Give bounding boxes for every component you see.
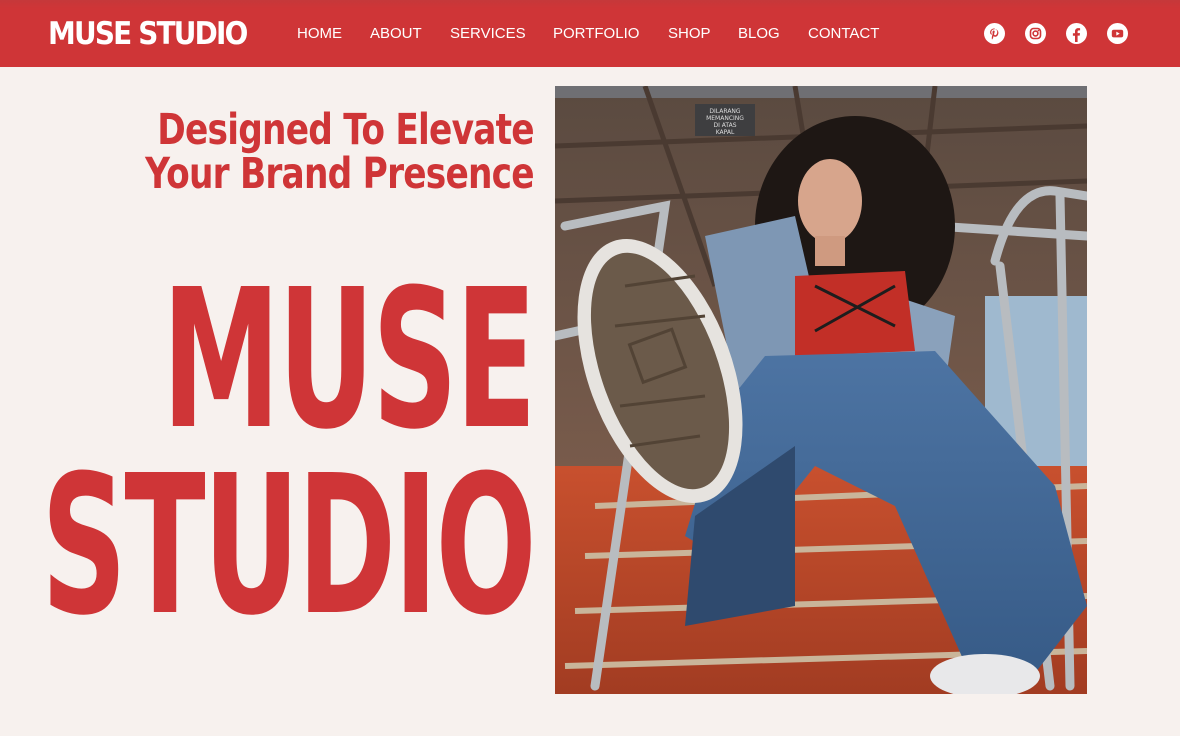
sign-line-1: DILARANG bbox=[709, 108, 740, 115]
hero-title: MUSE STUDIO bbox=[40, 249, 537, 658]
nav-shop[interactable]: SHOP bbox=[668, 24, 711, 44]
nav-home[interactable]: HOME bbox=[297, 24, 342, 44]
tagline-line-2: Your Brand Presence bbox=[145, 149, 534, 199]
nav-blog[interactable]: BLOG bbox=[738, 24, 780, 44]
nav-about[interactable]: ABOUT bbox=[370, 24, 422, 44]
hero-title-line-2: STUDIO bbox=[40, 435, 536, 658]
sign-line-4: KAPAL bbox=[716, 129, 735, 136]
tagline-line-1: Designed To Elevate bbox=[157, 105, 534, 155]
hero-photo: DILARANG MEMANCING DI ATAS KAPAL bbox=[555, 86, 1087, 694]
nav-portfolio[interactable]: PORTFOLIO bbox=[553, 24, 639, 44]
nav-contact[interactable]: CONTACT bbox=[808, 24, 879, 44]
site-logo[interactable]: MUSE STUDIO bbox=[48, 14, 248, 54]
sign-line-2: MEMANCING bbox=[706, 115, 744, 122]
instagram-icon[interactable] bbox=[1025, 23, 1046, 44]
pinterest-icon[interactable] bbox=[984, 23, 1005, 44]
youtube-icon[interactable] bbox=[1107, 23, 1128, 44]
hero-tagline: Designed To Elevate Your Brand Presence bbox=[145, 108, 534, 196]
hero-title-line-1: MUSE bbox=[161, 249, 537, 472]
sign-line-3: DI ATAS bbox=[713, 122, 736, 129]
facebook-icon[interactable] bbox=[1066, 23, 1087, 44]
top-navigation-bar: MUSE STUDIO HOME ABOUT SERVICES PORTFOLI… bbox=[0, 0, 1180, 67]
nav-services[interactable]: SERVICES bbox=[450, 24, 526, 44]
